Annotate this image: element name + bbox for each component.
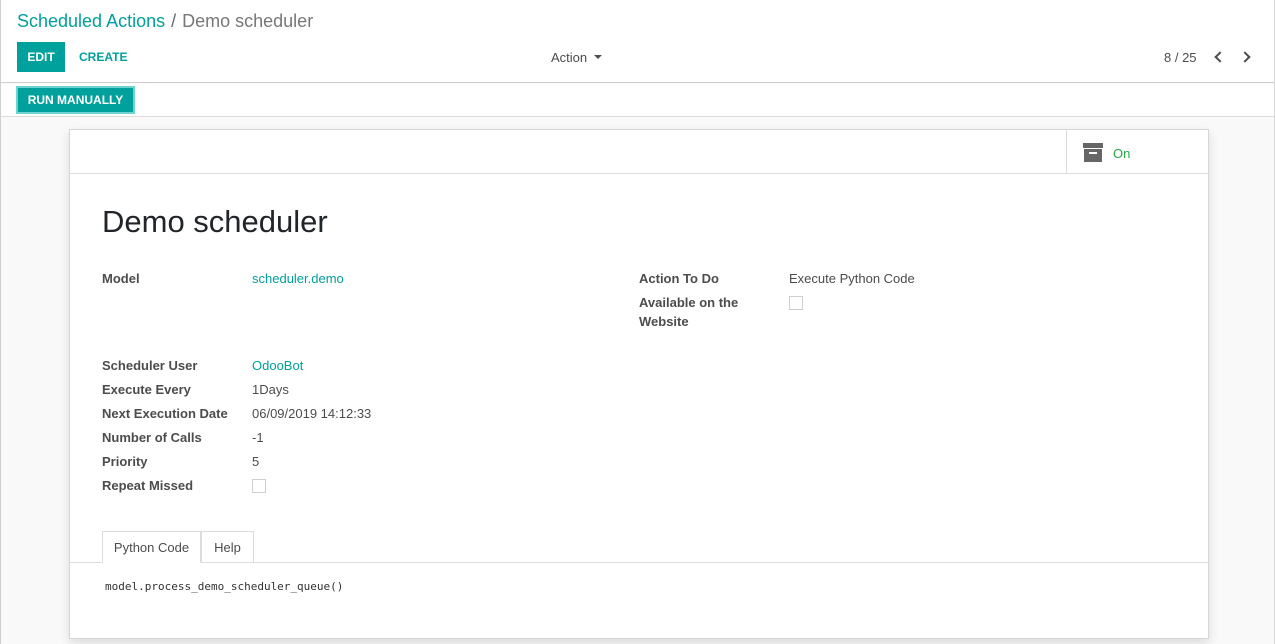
caret-down-icon: [594, 55, 603, 59]
execute-every-label: Execute Every: [102, 382, 191, 397]
tab-help[interactable]: Help: [201, 531, 254, 562]
tab-python-code[interactable]: Python Code: [102, 531, 201, 563]
repeat-missed-label: Repeat Missed: [102, 478, 194, 493]
action-dropdown[interactable]: Action: [551, 42, 603, 72]
scheduler-user-value-link[interactable]: OdooBot: [252, 356, 303, 375]
available-website-checkbox[interactable]: [789, 296, 803, 310]
chevron-right-icon: [1238, 51, 1251, 63]
available-website-label-line1: Available on the: [639, 295, 739, 310]
number-of-calls-label: Number of Calls: [102, 430, 202, 445]
scheduler-user-label: Scheduler User: [102, 358, 198, 373]
breadcrumb-current: Demo scheduler: [182, 11, 314, 31]
model-label: Model: [102, 271, 140, 286]
tabs-divider: [70, 562, 1208, 563]
breadcrumb-scheduled-actions[interactable]: Scheduled Actions: [17, 11, 165, 31]
next-execution-date-label: Next Execution Date: [102, 406, 228, 421]
create-button[interactable]: CREATE: [79, 42, 127, 72]
breadcrumb: Scheduled Actions / Demo scheduler: [17, 11, 313, 32]
record-title: Demo scheduler: [102, 204, 328, 239]
chevron-left-icon: [1213, 51, 1226, 63]
active-status-label: On: [1113, 146, 1131, 161]
execute-every-value[interactable]: 1Days: [252, 380, 289, 399]
run-manually-button[interactable]: RUN MANUALLY: [16, 86, 135, 114]
edit-button[interactable]: EDIT: [17, 42, 65, 72]
pager-previous-button[interactable]: [1207, 42, 1229, 72]
action-to-do-label: Action To Do: [639, 271, 719, 286]
breadcrumb-separator: /: [171, 11, 177, 31]
pager-next-button[interactable]: [1235, 42, 1257, 72]
next-execution-date-value[interactable]: 06/09/2019 14:12:33: [252, 404, 371, 423]
form-sheet: On Demo scheduler Model scheduler.demo A…: [69, 129, 1209, 639]
python-code-content[interactable]: model.process_demo_scheduler_queue(): [105, 580, 343, 593]
available-website-label-line2: Website: [639, 314, 689, 329]
statusbar: RUN MANUALLY: [1, 84, 1274, 117]
archive-icon: [1083, 143, 1103, 162]
model-value-link[interactable]: scheduler.demo: [252, 269, 344, 288]
priority-label: Priority: [102, 454, 148, 469]
priority-value[interactable]: 5: [252, 452, 259, 471]
repeat-missed-checkbox[interactable]: [252, 479, 266, 493]
button-box: On: [70, 130, 1208, 174]
action-dropdown-label: Action: [551, 49, 588, 65]
action-to-do-value[interactable]: Execute Python Code: [789, 269, 915, 288]
number-of-calls-value[interactable]: -1: [252, 428, 264, 447]
control-panel: Scheduled Actions / Demo scheduler EDIT CR…: [1, 0, 1274, 83]
pager-value[interactable]: 8 / 25: [1164, 42, 1197, 72]
active-toggle-button[interactable]: On: [1066, 130, 1208, 173]
